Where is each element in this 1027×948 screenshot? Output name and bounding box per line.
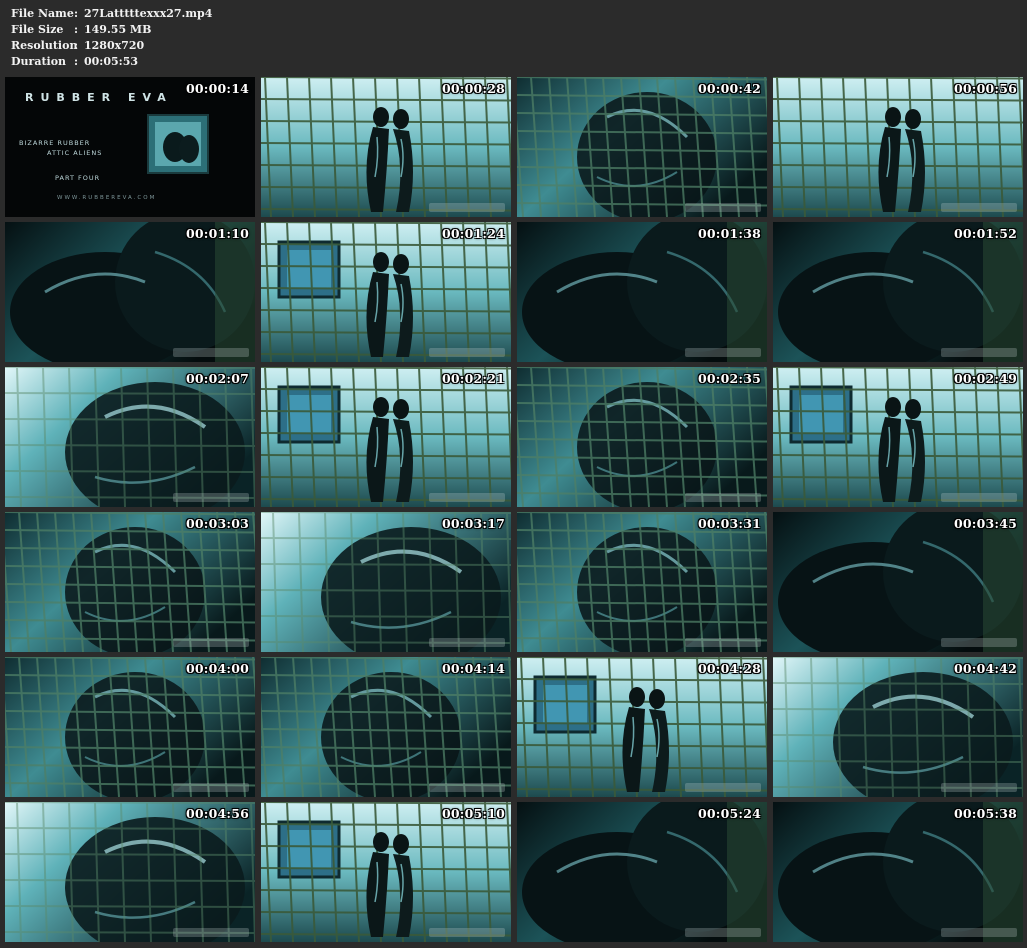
- thumbnail-timestamp: 00:01:24: [441, 226, 505, 241]
- video-thumbnail: RUBBER EVA BIZARRE RUBBER ATTIC ALIENS PART…: [5, 77, 255, 217]
- thumbnail-timestamp: 00:04:00: [185, 661, 249, 676]
- video-thumbnail: 00:04:00: [5, 657, 255, 797]
- video-thumbnail: 00:02:35: [517, 367, 767, 507]
- separator: :: [74, 7, 79, 20]
- duration-label: Duration: [11, 55, 67, 68]
- thumbnail-timestamp: 00:00:56: [953, 81, 1017, 96]
- file-name-label: File Name: [11, 7, 74, 20]
- thumbnail-timestamp: 00:04:56: [185, 806, 249, 821]
- thumbnail-image: [5, 222, 255, 362]
- thumbnail-image: [517, 802, 767, 942]
- video-thumbnail: 00:00:56: [773, 77, 1023, 217]
- file-info-panel: File Name : 27Latttttexxx27.mp4 File Siz…: [11, 6, 212, 70]
- title-subtitle-1: BIZARRE RUBBER: [19, 139, 91, 147]
- thumbnail-timestamp: 00:02:49: [953, 371, 1017, 386]
- video-thumbnail: 00:04:56: [5, 802, 255, 942]
- thumbnail-image: [261, 77, 511, 217]
- video-thumbnail: 00:03:31: [517, 512, 767, 652]
- separator: :: [74, 55, 79, 68]
- thumbnail-image: [261, 222, 511, 362]
- title-part: PART FOUR: [55, 174, 101, 182]
- video-thumbnail: 00:02:07: [5, 367, 255, 507]
- thumbnail-image: [261, 512, 511, 652]
- video-thumbnail: 00:01:52: [773, 222, 1023, 362]
- title-subtitle-2: ATTIC ALIENS: [47, 149, 103, 157]
- thumbnail-timestamp: 00:02:35: [697, 371, 761, 386]
- video-thumbnail: 00:00:42: [517, 77, 767, 217]
- thumbnail-timestamp: 00:04:28: [697, 661, 761, 676]
- thumbnail-image: [5, 512, 255, 652]
- file-size-value: 149.55 MB: [84, 23, 152, 36]
- duration-value: 00:05:53: [84, 55, 139, 68]
- thumbnail-timestamp: 00:03:45: [953, 516, 1017, 531]
- thumbnail-image: [5, 802, 255, 942]
- video-thumbnail: 00:02:49: [773, 367, 1023, 507]
- separator: :: [74, 39, 79, 52]
- video-thumbnail: 00:01:38: [517, 222, 767, 362]
- title-logo: RUBBER EVA: [25, 91, 173, 104]
- video-thumbnail: 00:03:03: [5, 512, 255, 652]
- thumbnail-timestamp: 00:03:03: [185, 516, 249, 531]
- file-name-value: 27Latttttexxx27.mp4: [84, 7, 213, 20]
- file-size-label: File Size: [11, 23, 64, 36]
- video-thumbnail: 00:00:28: [261, 77, 511, 217]
- thumbnail-grid: RUBBER EVA BIZARRE RUBBER ATTIC ALIENS PART…: [5, 77, 1023, 943]
- thumbnail-image: [773, 802, 1023, 942]
- title-site: WWW.RUBBEREVA.COM: [57, 195, 157, 201]
- thumbnail-timestamp: 00:01:52: [953, 226, 1017, 241]
- thumbnail-image: [773, 77, 1023, 217]
- thumbnail-timestamp: 00:00:14: [185, 81, 249, 96]
- video-thumbnail: 00:04:42: [773, 657, 1023, 797]
- thumbnail-timestamp: 00:05:24: [697, 806, 761, 821]
- video-thumbnail: 00:04:28: [517, 657, 767, 797]
- thumbnail-timestamp: 00:01:10: [185, 226, 249, 241]
- video-thumbnail: 00:04:14: [261, 657, 511, 797]
- video-thumbnail: 00:05:10: [261, 802, 511, 942]
- video-thumbnail: 00:01:10: [5, 222, 255, 362]
- video-thumbnail: 00:05:24: [517, 802, 767, 942]
- thumbnail-image: [773, 512, 1023, 652]
- thumbnail-image: [773, 222, 1023, 362]
- thumbnail-timestamp: 00:04:42: [953, 661, 1017, 676]
- thumbnail-timestamp: 00:03:17: [441, 516, 505, 531]
- video-thumbnail: 00:03:45: [773, 512, 1023, 652]
- thumbnail-timestamp: 00:03:31: [697, 516, 761, 531]
- thumbnail-timestamp: 00:00:42: [697, 81, 761, 96]
- duration-row: Duration : 00:05:53: [11, 54, 212, 70]
- thumbnail-image: [517, 512, 767, 652]
- thumbnail-timestamp: 00:05:38: [953, 806, 1017, 821]
- thumbnail-image: [517, 657, 767, 797]
- thumbnail-timestamp: 00:04:14: [441, 661, 505, 676]
- resolution-row: Resolution : 1280x720: [11, 38, 212, 54]
- file-size-row: File Size : 149.55 MB: [11, 22, 212, 38]
- thumbnail-image: [261, 802, 511, 942]
- thumbnail-image: [773, 657, 1023, 797]
- thumbnail-image: [261, 657, 511, 797]
- thumbnail-image: [773, 367, 1023, 507]
- resolution-label: Resolution: [11, 39, 78, 52]
- video-thumbnail: 00:01:24: [261, 222, 511, 362]
- video-thumbnail: 00:02:21: [261, 367, 511, 507]
- thumbnail-timestamp: 00:05:10: [441, 806, 505, 821]
- video-thumbnail: 00:05:38: [773, 802, 1023, 942]
- thumbnail-image: [261, 367, 511, 507]
- separator: :: [74, 23, 79, 36]
- thumbnail-timestamp: 00:02:07: [185, 371, 249, 386]
- thumbnail-image: [5, 367, 255, 507]
- thumbnail-timestamp: 00:01:38: [697, 226, 761, 241]
- file-name-row: File Name : 27Latttttexxx27.mp4: [11, 6, 212, 22]
- thumbnail-image: [517, 77, 767, 217]
- video-thumbnail: 00:03:17: [261, 512, 511, 652]
- resolution-value: 1280x720: [84, 39, 145, 52]
- thumbnail-timestamp: 00:00:28: [441, 81, 505, 96]
- thumbnail-image: [5, 657, 255, 797]
- thumbnail-timestamp: 00:02:21: [441, 371, 505, 386]
- thumbnail-image: [517, 222, 767, 362]
- thumbnail-image: [517, 367, 767, 507]
